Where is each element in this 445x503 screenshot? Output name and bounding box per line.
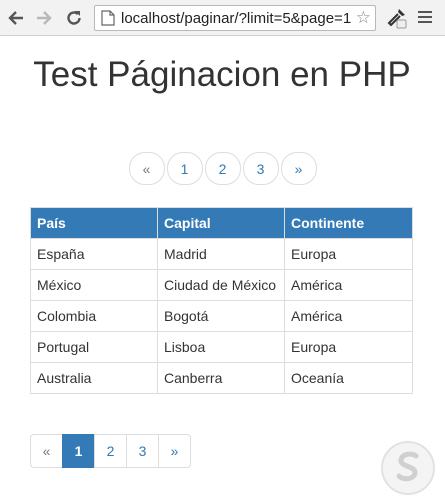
menu-icon[interactable] <box>416 8 434 28</box>
page-1-button[interactable]: 1 <box>166 152 203 185</box>
pagination-top: « 1 2 3 » <box>0 152 445 185</box>
cell-pais: México <box>30 269 158 301</box>
table-header-row: País Capital Continente <box>30 207 413 239</box>
page-icon <box>101 10 115 26</box>
next-page-button[interactable]: » <box>280 152 317 185</box>
star-icon[interactable]: ☆ <box>353 9 371 27</box>
cell-capital: Bogotá <box>157 300 285 332</box>
page-1-button-active[interactable]: 1 <box>62 434 95 468</box>
cell-capital: Madrid <box>157 238 285 270</box>
pagination-bottom: « 1 2 3 » <box>30 434 191 468</box>
page-2-button[interactable]: 2 <box>204 152 241 185</box>
prev-page-button[interactable]: « <box>128 152 165 185</box>
cell-continente: América <box>284 269 413 301</box>
cell-continente: Oceanía <box>284 362 413 394</box>
browser-toolbar: localhost/paginar/?limit=5&page=1 ☆ <box>0 0 445 36</box>
prev-page-button[interactable]: « <box>30 434 63 468</box>
cell-continente: Europa <box>284 331 413 363</box>
page-title: Test Páginacion en PHP <box>33 55 411 94</box>
column-header-pais: País <box>30 207 158 239</box>
cell-pais: Colombia <box>30 300 158 332</box>
back-icon[interactable] <box>4 6 28 30</box>
cell-continente: Europa <box>284 238 413 270</box>
table-row: Colombia Bogotá América <box>30 300 413 332</box>
page-3-button[interactable]: 3 <box>242 152 279 185</box>
next-page-button[interactable]: » <box>158 434 191 468</box>
page-2-button[interactable]: 2 <box>94 434 127 468</box>
cell-continente: América <box>284 300 413 332</box>
page-content: Test Páginacion en PHP « 1 2 3 » País Ca… <box>0 37 445 503</box>
address-bar[interactable]: localhost/paginar/?limit=5&page=1 ☆ <box>94 5 376 31</box>
extension-icon[interactable] <box>384 6 408 30</box>
cell-capital: Lisboa <box>157 331 285 363</box>
reload-icon[interactable] <box>62 6 86 30</box>
cell-pais: Portugal <box>30 331 158 363</box>
cell-pais: España <box>30 238 158 270</box>
countries-table: País Capital Continente España Madrid Eu… <box>30 207 413 394</box>
forward-icon[interactable] <box>32 6 56 30</box>
table-row: Australia Canberra Oceanía <box>30 362 413 394</box>
cell-pais: Australia <box>30 362 158 394</box>
table-row: Portugal Lisboa Europa <box>30 331 413 363</box>
column-header-continente: Continente <box>284 207 413 239</box>
table-row: México Ciudad de México América <box>30 269 413 301</box>
page-3-button[interactable]: 3 <box>126 434 159 468</box>
cell-capital: Ciudad de México <box>157 269 285 301</box>
column-header-capital: Capital <box>157 207 285 239</box>
watermark-logo-icon <box>381 441 435 495</box>
url-text[interactable]: localhost/paginar/?limit=5&page=1 <box>121 10 375 27</box>
cell-capital: Canberra <box>157 362 285 394</box>
table-row: España Madrid Europa <box>30 238 413 270</box>
